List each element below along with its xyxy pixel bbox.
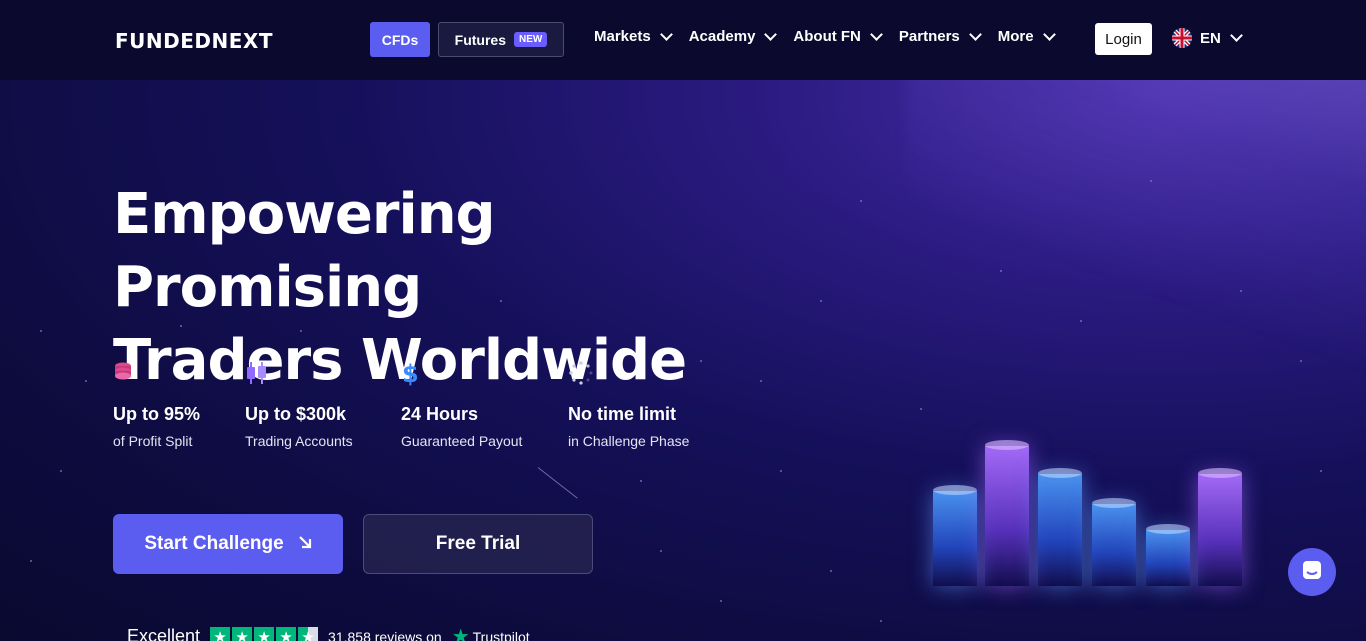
feature-title: No time limit bbox=[568, 404, 677, 424]
tab-futures-label: Futures bbox=[454, 31, 506, 48]
feature-subtitle: Guaranteed Payout bbox=[401, 433, 523, 449]
uk-flag-icon bbox=[1172, 28, 1192, 48]
main-nav: Markets Academy About FN Partners More bbox=[594, 27, 1056, 45]
illustration-bar bbox=[985, 440, 1029, 586]
top-navigation-bar: FUNDEDNEXT CFDs Futures NEW Markets Acad… bbox=[0, 0, 1366, 80]
trustpilot-brand: ★ Trustpilot bbox=[452, 624, 530, 641]
illustration-bar bbox=[933, 485, 977, 586]
chat-bubble-icon bbox=[1300, 558, 1324, 587]
glowing-bars-illustration bbox=[925, 430, 1255, 641]
loading-spinner-icon bbox=[568, 360, 738, 388]
arrow-down-right-icon bbox=[298, 533, 312, 555]
tab-cfds[interactable]: CFDs bbox=[370, 22, 430, 57]
trustpilot-star-icon: ★ bbox=[451, 626, 470, 641]
free-trial-button[interactable]: Free Trial bbox=[363, 514, 593, 574]
star-icon: ★ bbox=[276, 626, 297, 641]
dollar-icon: $ bbox=[401, 360, 571, 388]
login-button[interactable]: Login bbox=[1095, 23, 1152, 55]
review-count: 31,858 reviews on bbox=[328, 628, 442, 641]
nav-item-label: Partners bbox=[898, 28, 960, 45]
star-icon: ★ bbox=[210, 626, 231, 641]
illustration-bar bbox=[1146, 524, 1190, 586]
nav-item-label: Markets bbox=[594, 28, 651, 45]
chevron-down-icon bbox=[1229, 29, 1243, 42]
start-challenge-button[interactable]: Start Challenge bbox=[113, 514, 343, 574]
chevron-down-icon bbox=[659, 27, 673, 41]
nav-item-label: Academy bbox=[688, 28, 756, 45]
illustration-bar bbox=[1092, 498, 1136, 586]
trustpilot-rating[interactable]: Excellent ★ ★ ★ ★ ★ 31,858 reviews on ★ … bbox=[127, 624, 530, 641]
feature-subtitle: Trading Accounts bbox=[245, 433, 353, 449]
language-label: EN bbox=[1200, 29, 1221, 47]
chat-support-button[interactable] bbox=[1288, 548, 1336, 596]
tab-futures[interactable]: Futures NEW bbox=[438, 22, 564, 57]
fundednext-logo[interactable]: FUNDEDNEXT bbox=[115, 29, 273, 53]
nav-item-academy[interactable]: Academy bbox=[688, 27, 778, 45]
decorative-line bbox=[537, 467, 578, 499]
candlestick-icon bbox=[245, 360, 415, 388]
feature-trading-accounts: Up to $300k Trading Accounts bbox=[245, 360, 415, 449]
feature-subtitle: in Challenge Phase bbox=[568, 433, 690, 449]
svg-text:$: $ bbox=[402, 360, 419, 386]
nav-item-label: About FN bbox=[793, 28, 861, 45]
nav-item-partners[interactable]: Partners bbox=[898, 27, 982, 45]
star-icon: ★ bbox=[232, 626, 253, 641]
feature-no-time-limit: No time limit in Challenge Phase bbox=[568, 360, 738, 449]
illustration-bar bbox=[1198, 468, 1242, 586]
rating-text: Excellent bbox=[127, 626, 201, 641]
trustpilot-label: Trustpilot bbox=[472, 628, 530, 641]
chevron-down-icon bbox=[764, 27, 778, 41]
language-selector[interactable]: EN bbox=[1172, 28, 1243, 48]
chevron-down-icon bbox=[968, 27, 982, 41]
headline-line-1: Empowering Promising bbox=[113, 182, 496, 320]
feature-title: 24 Hours bbox=[401, 404, 479, 424]
chevron-down-icon bbox=[870, 27, 883, 41]
start-challenge-label: Start Challenge bbox=[144, 533, 284, 554]
feature-title: Up to $300k bbox=[245, 404, 347, 424]
nav-item-label: More bbox=[997, 28, 1034, 45]
nav-item-about-fn[interactable]: About FN bbox=[793, 27, 883, 45]
new-badge: NEW bbox=[514, 32, 548, 47]
tab-cfds-label: CFDs bbox=[381, 31, 419, 48]
illustration-bar bbox=[1038, 468, 1082, 586]
feature-payout: $ 24 Hours Guaranteed Payout bbox=[401, 360, 571, 449]
rating-stars: ★ ★ ★ ★ ★ bbox=[210, 626, 319, 641]
star-icon: ★ bbox=[254, 626, 275, 641]
half-star-icon: ★ bbox=[298, 626, 319, 641]
free-trial-label: Free Trial bbox=[435, 533, 521, 554]
nav-item-more[interactable]: More bbox=[997, 27, 1056, 45]
chevron-down-icon bbox=[1042, 27, 1056, 41]
nav-item-markets[interactable]: Markets bbox=[594, 27, 673, 45]
